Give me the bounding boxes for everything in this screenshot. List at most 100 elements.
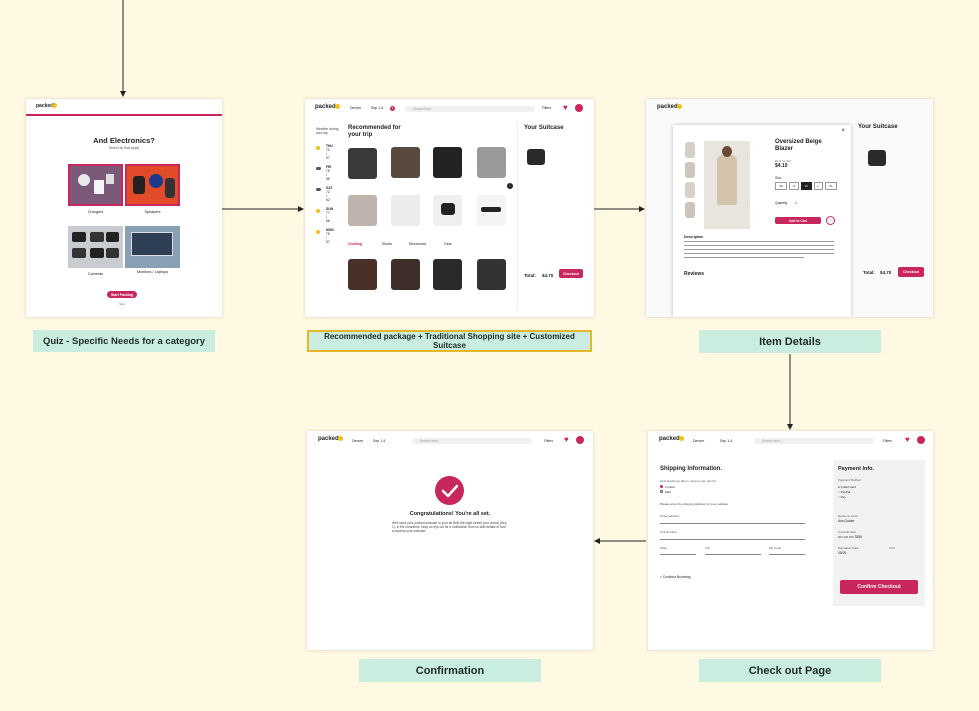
thumbnail[interactable] [685, 202, 695, 218]
option-cameras-image[interactable] [68, 226, 123, 268]
confirmation-title: Congratulations! You're all set. [409, 511, 491, 517]
size-option[interactable]: M [801, 182, 812, 190]
close-icon[interactable]: × [841, 128, 845, 134]
product-card[interactable] [477, 195, 506, 226]
option-speakers-image[interactable] [125, 164, 180, 206]
avatar[interactable] [917, 436, 925, 444]
size-option[interactable]: L [813, 182, 824, 190]
nav-city[interactable]: Denver [350, 106, 361, 110]
payment-option[interactable]: ● Credit Card [838, 485, 856, 489]
checkout-frame: packed Denver Sep 1-4 Search item... Fil… [648, 431, 933, 650]
nav-badge: 3 [390, 106, 395, 111]
size-selector: XS S M L XL [775, 182, 837, 190]
field-label: City [705, 546, 711, 550]
check-icon [435, 476, 464, 505]
chevron-right-icon[interactable]: › [507, 183, 513, 189]
nav-dates[interactable]: Sep 1-4 [720, 439, 732, 443]
product-card[interactable] [477, 147, 506, 178]
zip-code-field[interactable] [769, 554, 805, 555]
size-option[interactable]: XL [825, 182, 837, 190]
payment-option[interactable]: ○ PayPal [838, 490, 850, 494]
name-on-card-field[interactable]: Ava Golder [838, 519, 854, 523]
heart-icon[interactable]: ♥ [905, 436, 912, 444]
logo: packed [659, 436, 684, 442]
product-card[interactable] [477, 259, 506, 290]
product-name: Oversized Beige Blazer [775, 139, 822, 152]
tab-clothing[interactable]: Clothing [348, 242, 362, 246]
checkout-button[interactable]: Checkout [898, 267, 924, 277]
sun-icon [316, 209, 320, 213]
tab-electronics[interactable]: Electronics [409, 242, 426, 246]
confirmation-body: We'll pack your packed suitcase to your … [392, 521, 507, 533]
expiration-field[interactable]: 05/25 [838, 551, 846, 555]
heart-icon[interactable]: ♥ [564, 436, 571, 444]
total-value: $4.70 [880, 270, 892, 275]
size-option[interactable]: S [789, 182, 800, 190]
radio-in-store[interactable]: In store [660, 485, 675, 489]
radio-mail[interactable]: Mail [660, 490, 671, 494]
delivery-question: How would you like to receive your items… [660, 479, 716, 483]
field-label: State [660, 546, 668, 550]
suitcase-item[interactable] [868, 150, 886, 166]
confirm-checkout-button[interactable]: Confirm Checkout [840, 580, 918, 594]
logo: packed [657, 104, 682, 110]
nav-dates[interactable]: Sep 1-4 [371, 106, 383, 110]
unit-number-field[interactable] [660, 539, 805, 540]
thumbnail[interactable] [685, 142, 695, 158]
filters-button[interactable]: Filters [544, 439, 553, 443]
recommended-label: Recommended package + Traditional Shoppi… [307, 330, 592, 352]
payment-option[interactable]: ○ Pay [838, 495, 846, 499]
suitcase-item[interactable] [527, 149, 545, 165]
progress-bar [26, 114, 222, 116]
divider [517, 121, 518, 311]
option-speakers-label: Speakers [144, 210, 161, 214]
product-card[interactable] [391, 195, 420, 226]
tab-gear[interactable]: Gear [444, 242, 452, 246]
product-card[interactable] [348, 259, 377, 290]
size-option[interactable]: XS [775, 182, 788, 190]
filters-button[interactable]: Filters [883, 439, 892, 443]
search-input[interactable]: Search item... [412, 438, 532, 444]
product-card[interactable] [391, 147, 420, 178]
product-card[interactable] [433, 195, 462, 226]
checkout-label: Check out Page [699, 659, 881, 682]
name-on-card-label: Name on Card [838, 514, 858, 518]
nav-city[interactable]: Denver [352, 439, 363, 443]
heart-icon[interactable]: ♥ [563, 104, 570, 112]
product-card[interactable] [391, 259, 420, 290]
shipping-note: Please enter the shipping address for yo… [660, 502, 729, 506]
tab-shoes[interactable]: Shoes [382, 242, 392, 246]
option-monitors-image[interactable] [125, 226, 180, 268]
weather-title: Weather during your trip [316, 127, 339, 135]
continue-browsing-link[interactable]: < Continue Browsing [660, 575, 691, 579]
state-field[interactable] [660, 554, 696, 555]
skip-link[interactable]: Skip [107, 302, 137, 306]
nav-dates[interactable]: Sep 1-4 [373, 439, 385, 443]
option-chargers-image[interactable] [68, 164, 123, 206]
quiz-subtitle: Select all that apply [108, 146, 140, 150]
product-card[interactable] [348, 195, 377, 226]
product-card[interactable] [433, 259, 462, 290]
thumbnail[interactable] [685, 162, 695, 178]
street-address-field[interactable] [660, 523, 805, 524]
product-card[interactable] [348, 148, 377, 179]
checkout-button[interactable]: Checkout [559, 269, 583, 278]
thumbnail[interactable] [685, 182, 695, 198]
quantity-stepper[interactable]: 1 [795, 201, 797, 205]
option-chargers-label: Chargers [87, 210, 104, 214]
add-to-cart-button[interactable]: Add to Cart [775, 217, 821, 224]
card-number-field[interactable]: •••• •••• •••• 3356 [838, 535, 862, 539]
filters-button[interactable]: Filters [542, 106, 551, 110]
nav-city[interactable]: Denver [693, 439, 704, 443]
city-field[interactable] [705, 554, 761, 555]
search-input[interactable]: Search item... [405, 106, 535, 112]
search-input[interactable]: Search item... [754, 438, 874, 444]
product-card[interactable] [433, 147, 462, 178]
avatar[interactable] [576, 436, 584, 444]
sun-icon [316, 230, 320, 234]
heart-icon[interactable]: ♡ [826, 216, 835, 225]
cvv-label: CVV [889, 546, 896, 550]
field-label: Street address [660, 514, 680, 518]
start-packing-button[interactable]: Start Packing [107, 291, 137, 298]
avatar[interactable] [575, 104, 583, 112]
